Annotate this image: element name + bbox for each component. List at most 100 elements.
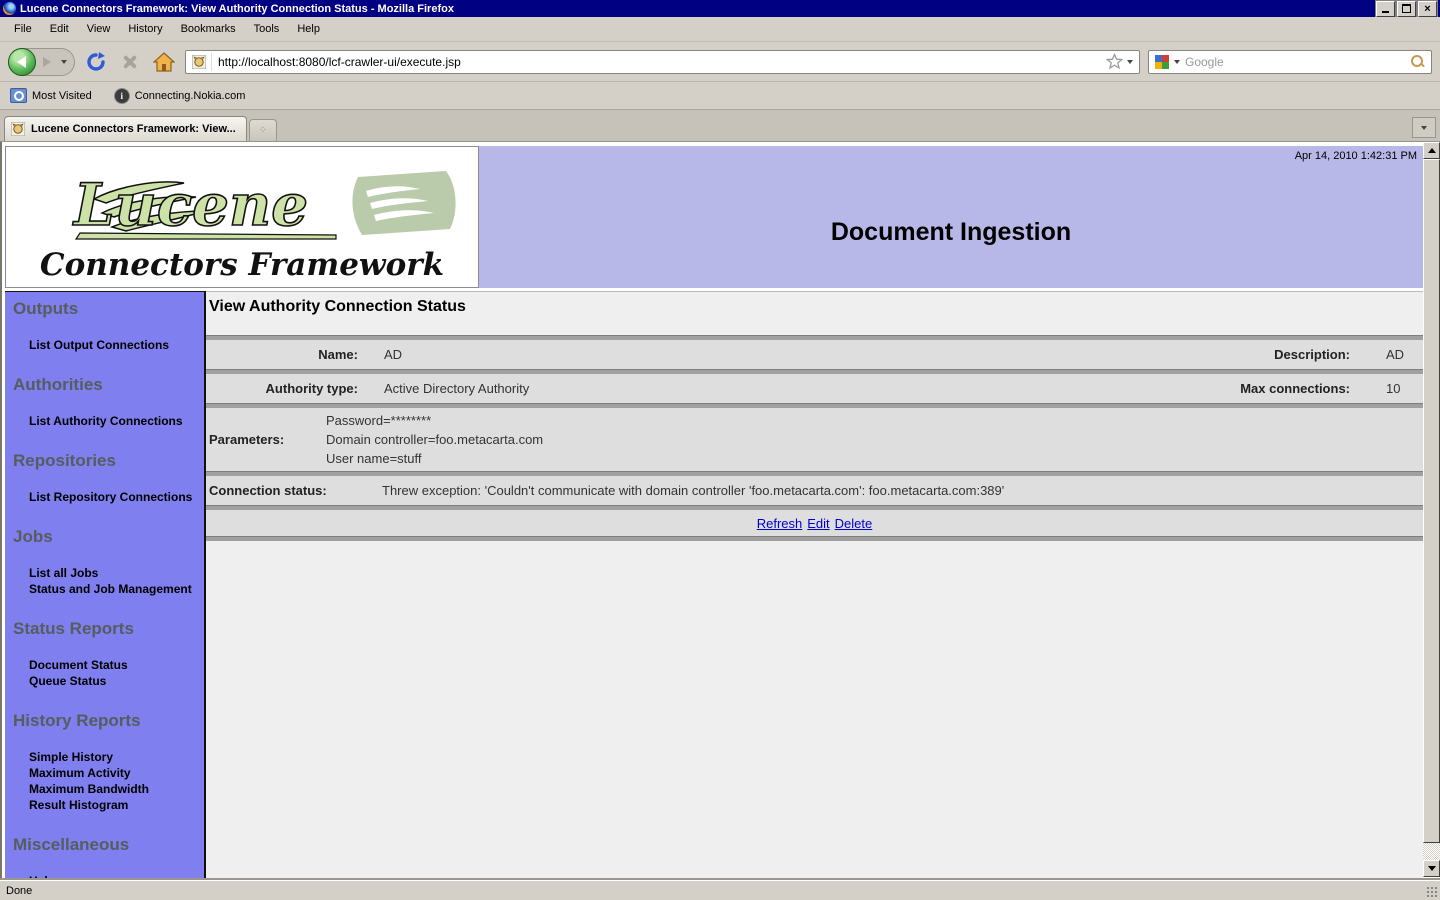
edit-link[interactable]: Edit — [807, 516, 829, 531]
banner-title-area: Apr 14, 2010 1:42:31 PM Document Ingesti… — [479, 146, 1423, 288]
back-button[interactable] — [8, 48, 36, 76]
new-tab-button[interactable]: ⁘ — [249, 119, 277, 141]
restore-icon — [1402, 4, 1411, 13]
sidebar-link-queue-status[interactable]: Queue Status — [29, 673, 204, 689]
browser-window: Lucene Connectors Framework: View Author… — [0, 0, 1440, 900]
scroll-down-button[interactable] — [1423, 860, 1440, 877]
site-favicon[interactable] — [190, 53, 212, 71]
minimize-button[interactable] — [1376, 1, 1395, 17]
restore-button[interactable] — [1397, 1, 1416, 17]
menu-help[interactable]: Help — [289, 20, 328, 38]
sidebar-link-list-authority-connections[interactable]: List Authority Connections — [29, 413, 204, 429]
tab-title: Lucene Connectors Framework: View... — [31, 123, 236, 135]
sidebar-link-result-histogram[interactable]: Result Histogram — [29, 797, 204, 813]
sidebar-link-list-output-connections[interactable]: List Output Connections — [29, 337, 204, 353]
refresh-link[interactable]: Refresh — [757, 516, 803, 531]
sidebar-section-status-reports: Status Reports — [13, 619, 204, 639]
sidebar-link-simple-history[interactable]: Simple History — [29, 749, 204, 765]
table-row-actions: Refresh Edit Delete — [206, 510, 1423, 536]
parameter-line: Domain controller=foo.metacarta.com — [326, 430, 543, 449]
tab-lucene-connectors[interactable]: Lucene Connectors Framework: View... — [4, 116, 247, 141]
page-banner: Lucene Connectors Framework Apr 14, 2010… — [5, 146, 1423, 288]
reload-icon — [86, 52, 106, 72]
search-box[interactable]: Google — [1148, 50, 1432, 74]
status-bar: Done — [0, 880, 1440, 900]
back-arrow-icon — [17, 56, 26, 68]
chevron-down-icon — [1421, 126, 1427, 130]
menu-file[interactable]: File — [6, 20, 40, 38]
search-magnifier-icon[interactable] — [1410, 54, 1425, 69]
window-title: Lucene Connectors Framework: View Author… — [20, 3, 1376, 15]
description-label: Description: — [1128, 347, 1358, 362]
sidebar-link-document-status[interactable]: Document Status — [29, 657, 204, 673]
menu-bookmarks[interactable]: Bookmarks — [173, 20, 244, 38]
connection-status-value: Threw exception: 'Couldn't communicate w… — [382, 483, 1004, 498]
page-viewport: Lucene Connectors Framework Apr 14, 2010… — [0, 142, 1440, 880]
stop-button[interactable] — [117, 49, 143, 75]
parameter-line: User name=stuff — [326, 449, 543, 468]
menu-history[interactable]: History — [120, 20, 170, 38]
timestamp: Apr 14, 2010 1:42:31 PM — [1295, 150, 1417, 162]
tab-favicon-icon — [11, 122, 25, 136]
lucene-logo: Lucene Connectors Framework — [5, 146, 479, 288]
history-dropdown-button[interactable] — [58, 52, 70, 72]
sidebar-link-status-job-management[interactable]: Status and Job Management — [29, 581, 204, 597]
close-button[interactable]: × — [1418, 1, 1437, 17]
list-all-tabs-button[interactable] — [1412, 117, 1436, 138]
bookmark-star-button[interactable] — [1106, 53, 1135, 70]
menu-tools[interactable]: Tools — [246, 20, 288, 38]
scrollbar-thumb[interactable] — [1423, 159, 1440, 843]
search-engine-dropdown-icon[interactable] — [1174, 60, 1180, 64]
close-icon: × — [1424, 4, 1430, 14]
url-input[interactable]: http://localhost:8080/lcf-crawler-ui/exe… — [218, 55, 1100, 69]
sidebar-link-list-all-jobs[interactable]: List all Jobs — [29, 565, 204, 581]
sidebar-link-help[interactable]: Help — [29, 873, 204, 880]
bookmark-label: Most Visited — [32, 90, 92, 102]
scroll-up-button[interactable] — [1423, 142, 1440, 159]
arrow-up-icon — [1428, 148, 1436, 153]
search-input[interactable]: Google — [1185, 55, 1405, 69]
description-value: AD — [1358, 347, 1423, 362]
reload-button[interactable] — [83, 49, 109, 75]
stop-x-icon — [122, 54, 138, 70]
authority-type-value: Active Directory Authority — [366, 381, 1128, 396]
parameters-value: Password=******** Domain controller=foo.… — [326, 411, 543, 468]
max-connections-label: Max connections: — [1128, 381, 1358, 396]
status-text: Done — [6, 885, 32, 897]
menu-edit[interactable]: Edit — [42, 20, 77, 38]
google-icon[interactable] — [1155, 55, 1169, 69]
tab-bar: Lucene Connectors Framework: View... ⁘ — [0, 110, 1440, 142]
url-bar[interactable]: http://localhost:8080/lcf-crawler-ui/exe… — [185, 50, 1140, 74]
resize-grip[interactable] — [1426, 886, 1439, 899]
menu-view[interactable]: View — [79, 20, 119, 38]
sidebar-link-maximum-bandwidth[interactable]: Maximum Bandwidth — [29, 781, 204, 797]
tomcat-favicon-icon — [192, 55, 206, 69]
bookmark-connecting-nokia[interactable]: i Connecting.Nokia.com — [110, 86, 250, 106]
connection-status-label: Connection status: — [206, 483, 382, 498]
delete-link[interactable]: Delete — [835, 516, 873, 531]
navigation-toolbar: http://localhost:8080/lcf-crawler-ui/exe… — [0, 42, 1440, 82]
sidebar-link-maximum-activity[interactable]: Maximum Activity — [29, 765, 204, 781]
firefox-icon — [3, 2, 16, 15]
chevron-down-icon — [61, 60, 67, 64]
scrollbar-track[interactable] — [1423, 843, 1440, 860]
star-dropdown-icon[interactable] — [1127, 60, 1133, 64]
title-bar[interactable]: Lucene Connectors Framework: View Author… — [0, 0, 1440, 17]
max-connections-value: 10 — [1358, 381, 1423, 396]
table-row-parameters: Parameters: Password=******** Domain con… — [206, 408, 1423, 471]
connection-status-table: Name: AD Description: AD Authority type:… — [206, 335, 1423, 541]
sidebar-section-miscellaneous: Miscellaneous — [13, 835, 204, 855]
logo-subtitle-text: Connectors Framework — [40, 247, 444, 283]
arrow-down-icon — [1428, 866, 1436, 871]
star-icon — [1106, 53, 1123, 70]
sidebar-link-list-repository-connections[interactable]: List Repository Connections — [29, 489, 204, 505]
vertical-scrollbar[interactable] — [1423, 142, 1440, 877]
forward-button[interactable] — [36, 52, 58, 72]
home-button[interactable] — [151, 49, 177, 75]
sidebar-section-outputs: Outputs — [13, 299, 204, 319]
parameter-line: Password=******** — [326, 411, 543, 430]
sidebar-section-repositories: Repositories — [13, 451, 204, 471]
main-content: View Authority Connection Status Name: A… — [206, 291, 1423, 880]
table-row-authority-type: Authority type: Active Directory Authori… — [206, 374, 1423, 403]
bookmark-most-visited[interactable]: Most Visited — [6, 86, 96, 105]
